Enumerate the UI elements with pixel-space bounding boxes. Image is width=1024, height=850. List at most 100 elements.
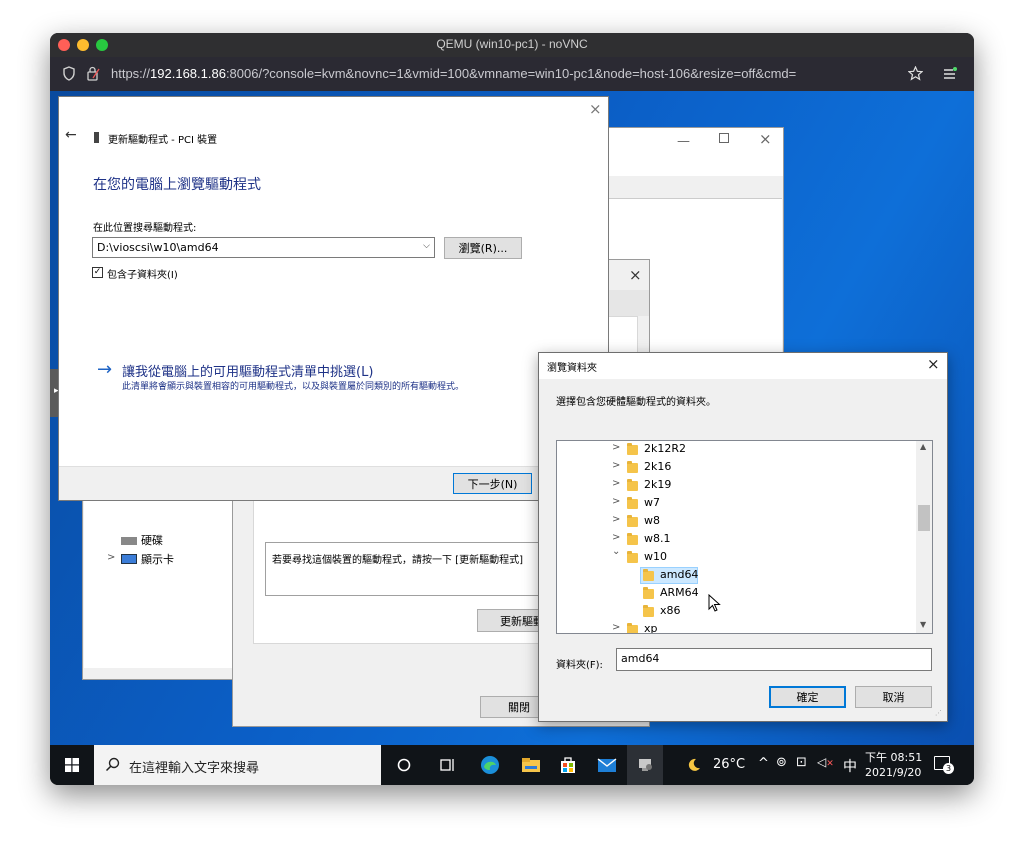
scroll-thumb[interactable] <box>918 505 930 531</box>
scroll-up-icon[interactable]: ▲ <box>920 442 926 451</box>
folder-tree-item[interactable]: > w8 <box>557 512 917 530</box>
url-path: :8006/?console=kvm&novnc=1&vmid=100&vmna… <box>225 66 797 81</box>
folder-tree-item-label: w8 <box>644 514 660 527</box>
chevron-down-icon[interactable]: ⌄ <box>612 546 620 557</box>
volume-muted-icon[interactable]: ◁✕ <box>817 755 834 769</box>
folder-tree-item[interactable]: x86 <box>557 602 917 620</box>
onedrive-sync-icon[interactable]: ⊚ <box>776 755 787 770</box>
remote-desktop[interactable]: ▸ — × 硬碟 > 顯示卡 × 若要尋找這個裝置的驅動程式，請按一下 [更新驅… <box>50 91 974 745</box>
folder-icon <box>627 551 638 563</box>
taskbar-search-box[interactable]: 在這裡輸入文字來搜尋 <box>94 745 381 785</box>
ok-button[interactable]: 確定 <box>769 686 846 708</box>
folder-icon <box>643 569 654 581</box>
folder-tree-item-label: x86 <box>660 604 681 617</box>
store-icon[interactable] <box>550 745 586 785</box>
display-adapter-icon <box>121 554 137 564</box>
cortana-icon[interactable] <box>386 745 422 785</box>
browse-button[interactable]: 瀏覽(R)... <box>444 237 522 259</box>
chevron-right-icon[interactable]: > <box>612 622 620 633</box>
pick-from-list-link[interactable]: 讓我從電腦上的可用驅動程式清單中挑選(L) <box>122 361 373 380</box>
edge-browser-icon[interactable] <box>472 745 508 785</box>
scroll-down-icon[interactable]: ▼ <box>920 620 926 629</box>
folder-tree-item[interactable]: ARM64 <box>557 584 917 602</box>
menu-icon[interactable] <box>943 67 957 80</box>
lock-icon[interactable] <box>86 66 100 81</box>
chevron-right-icon: > <box>107 552 116 563</box>
clock-time: 下午 08:51 <box>865 751 923 764</box>
wizard-footer: 下一步(N) <box>59 466 608 500</box>
chevron-right-icon[interactable]: > <box>612 478 620 489</box>
network-icon[interactable]: ⊡ <box>796 755 807 770</box>
maximize-icon[interactable] <box>719 133 729 143</box>
folder-tree-item[interactable]: >2k16 <box>557 458 917 476</box>
url-field[interactable]: https://192.168.1.86:8006/?console=kvm&n… <box>111 66 796 81</box>
folder-tree-item[interactable]: > xp <box>557 620 917 634</box>
clock-date: 2021/9/20 <box>865 766 922 779</box>
back-arrow-icon[interactable]: ← <box>65 127 77 143</box>
chevron-right-icon[interactable]: > <box>612 442 620 453</box>
chevron-right-icon[interactable]: > <box>612 496 620 507</box>
file-explorer-icon[interactable] <box>513 745 549 785</box>
clock[interactable]: 下午 08:51 2021/9/20 <box>858 748 928 782</box>
mail-icon[interactable] <box>589 745 625 785</box>
folder-tree-item-label: 2k16 <box>644 460 672 473</box>
folder-tree-item-label: w10 <box>644 550 667 563</box>
device-manager-taskbar-icon[interactable] <box>627 745 663 785</box>
folder-tree-item[interactable]: > w8.1 <box>557 530 917 548</box>
properties-close-icon[interactable]: × <box>629 266 642 284</box>
driver-path-combobox[interactable]: D:\vioscsi\w10\amd64 ⌵ <box>92 237 435 258</box>
start-button[interactable] <box>50 745 94 785</box>
task-view-icon[interactable] <box>430 745 466 785</box>
wizard-header: 更新驅動程式 - PCI 裝置 <box>108 135 218 146</box>
update-driver-wizard: × ← 更新驅動程式 - PCI 裝置 在您的電腦上瀏覽驅動程式 在此位置搜尋驅… <box>58 96 609 501</box>
search-location-label: 在此位置搜尋驅動程式: <box>93 223 197 234</box>
dialog-title: 瀏覽資料夾 <box>547 363 597 374</box>
folder-field[interactable]: amd64 <box>616 648 932 671</box>
shield-icon[interactable] <box>63 66 75 81</box>
chevron-right-icon[interactable]: > <box>612 514 620 525</box>
search-placeholder: 在這裡輸入文字來搜尋 <box>129 761 260 776</box>
cancel-button[interactable]: 取消 <box>855 686 932 708</box>
input-method-indicator[interactable]: 中 <box>843 756 857 776</box>
folder-tree[interactable]: >2k12R2 >2k16 >2k19 > w7 > w8 > w8.1 ⌄ w10 amd64 ARM… <box>556 440 933 634</box>
folder-icon <box>643 605 654 617</box>
folder-tree-item-label: 2k19 <box>644 478 672 491</box>
bookmark-star-icon[interactable] <box>908 66 923 81</box>
folder-icon <box>627 479 638 491</box>
folder-icon <box>643 587 654 599</box>
chevron-right-icon[interactable]: > <box>612 532 620 543</box>
device-icon <box>94 132 99 143</box>
chevron-right-icon[interactable]: > <box>612 460 620 471</box>
folder-tree-item[interactable]: amd64 <box>557 566 917 584</box>
disk-icon <box>121 537 137 545</box>
weather-temperature[interactable]: 26°C <box>713 757 745 772</box>
notification-center-icon[interactable]: 3 <box>934 756 954 774</box>
dialog-close-icon[interactable]: × <box>927 355 940 373</box>
folder-tree-item[interactable]: >2k19 <box>557 476 917 494</box>
folder-icon <box>627 533 638 545</box>
tree-scrollbar[interactable]: ▲ ▼ <box>916 441 932 633</box>
close-icon[interactable]: × <box>759 130 772 148</box>
windows-logo-icon <box>65 758 79 772</box>
next-button[interactable]: 下一步(N) <box>453 473 532 494</box>
folder-tree-item[interactable]: ⌄ w10 <box>557 546 917 566</box>
search-icon <box>105 757 120 772</box>
pick-arrow-icon: → <box>97 359 113 380</box>
wizard-heading: 在您的電腦上瀏覽驅動程式 <box>93 177 261 193</box>
weather-moon-icon[interactable] <box>682 745 706 785</box>
url-scheme: https:// <box>111 66 151 81</box>
wizard-close-icon[interactable]: × <box>589 100 602 118</box>
folder-tree-item[interactable]: > w7 <box>557 494 917 512</box>
dialog-instruction: 選擇包含您硬體驅動程式的資料夾。 <box>556 397 716 408</box>
folder-tree-item-label: w7 <box>644 496 660 509</box>
minimize-icon[interactable]: — <box>677 134 690 149</box>
folder-icon <box>627 515 638 527</box>
folder-tree-item[interactable]: >2k12R2 <box>557 441 917 458</box>
window-title: QEMU (win10-pc1) - noVNC <box>436 37 588 51</box>
resize-grip-icon[interactable]: ⋰ <box>935 709 942 717</box>
dropdown-chevron-icon[interactable]: ⌵ <box>423 241 430 251</box>
show-hidden-icons-icon[interactable]: ^ <box>758 756 769 771</box>
include-subfolders-checkbox[interactable]: ✓ <box>92 267 103 278</box>
folder-tree-item-label: xp <box>644 622 658 634</box>
mouse-pointer-icon <box>708 594 721 612</box>
